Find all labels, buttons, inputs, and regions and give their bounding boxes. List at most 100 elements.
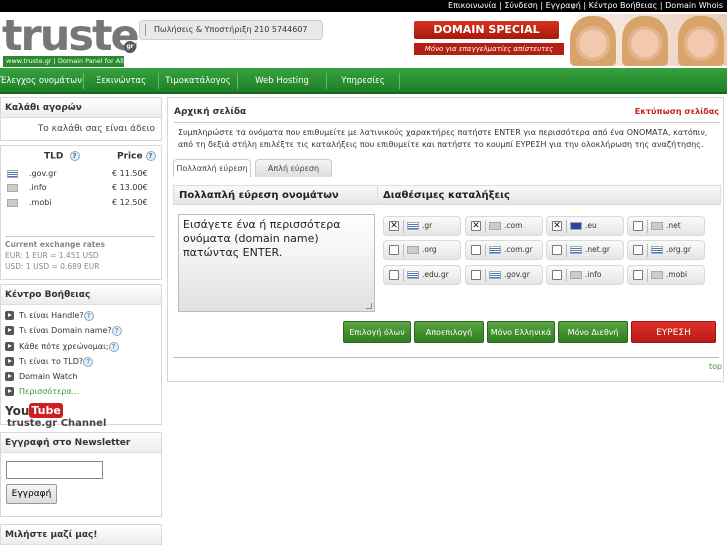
tab-multiple-search[interactable]: Πολλαπλή εύρεση bbox=[173, 159, 251, 177]
extension-option[interactable]: .com.gr bbox=[465, 240, 543, 260]
extension-option[interactable]: ✕ .com bbox=[465, 216, 543, 236]
tab-simple-search[interactable]: Απλή εύρεση bbox=[255, 159, 332, 177]
help-item-domain-watch[interactable]: Domain Watch bbox=[5, 370, 78, 383]
extension-checkbox[interactable] bbox=[633, 221, 643, 231]
bullet-arrow-icon bbox=[5, 372, 14, 381]
select-all-button[interactable]: Επιλογή όλων bbox=[343, 321, 411, 343]
extension-checkbox[interactable]: ✕ bbox=[471, 221, 481, 231]
print-page-link[interactable]: Εκτύπωση σελίδας bbox=[635, 107, 719, 116]
greek-only-button[interactable]: Μόνο Ελληνικά bbox=[487, 321, 555, 343]
banner-photo-1 bbox=[570, 16, 616, 66]
greek-flag-icon bbox=[489, 246, 501, 254]
talk-title: Μιλήστε μαζί μας! bbox=[1, 525, 161, 545]
extension-checkbox[interactable] bbox=[389, 245, 399, 255]
extension-label: .gr bbox=[422, 221, 433, 230]
extension-label: .org.gr bbox=[666, 245, 691, 254]
extension-option[interactable]: .net.gr bbox=[546, 240, 624, 260]
newsletter-subscribe-button[interactable]: Εγγραφή bbox=[6, 484, 57, 504]
nav-pricelist[interactable]: Τιμοκατάλογος bbox=[159, 68, 237, 94]
nav-services[interactable]: Υπηρεσίες bbox=[327, 68, 399, 94]
extension-option[interactable]: .info bbox=[546, 265, 624, 285]
bullet-arrow-icon bbox=[5, 326, 14, 335]
tld-row: .mobi € 12.50€ bbox=[1, 196, 161, 210]
domain-names-textarea[interactable]: Εισάγετε ένα ή περισσότερα ονόματα (doma… bbox=[178, 214, 375, 312]
extension-option[interactable]: ✕ .eu bbox=[546, 216, 624, 236]
extension-checkbox[interactable] bbox=[552, 270, 562, 280]
exchange-usd: USD: 1 USD = 0.689 EUR bbox=[5, 262, 100, 271]
greek-flag-icon bbox=[570, 246, 582, 254]
extension-option[interactable]: ✕ .gr bbox=[383, 216, 461, 236]
help-icon[interactable]: ? bbox=[108, 341, 119, 352]
deselect-all-button[interactable]: Αποεπιλογή όλων bbox=[414, 321, 484, 359]
extension-checkbox[interactable] bbox=[633, 245, 643, 255]
extension-label: .edu.gr bbox=[422, 270, 449, 279]
extension-option[interactable]: .gov.gr bbox=[465, 265, 543, 285]
help-item-domain-name[interactable]: Τι είναι Domain name?? bbox=[5, 324, 122, 337]
phone-support: Πωλήσεις & Υποστήριξη 210 5744607 bbox=[139, 20, 323, 40]
extension-option[interactable]: .edu.gr bbox=[383, 265, 461, 285]
nav-web-hosting[interactable]: Web Hosting bbox=[238, 68, 326, 94]
extension-checkbox[interactable]: ✕ bbox=[389, 221, 399, 231]
nav-getting-started[interactable]: Ξεκινώντας bbox=[84, 68, 158, 94]
domain-special-banner[interactable]: DOMAIN SPECIAL Μόνο για επαγγελματίες απ… bbox=[410, 14, 727, 66]
tld-price-box: TLD ? Price? .gov.gr € 11.50€ .info € 13… bbox=[0, 145, 162, 280]
bullet-arrow-icon bbox=[5, 342, 14, 351]
help-item-tld[interactable]: Τι είναι το TLD?? bbox=[5, 355, 94, 368]
divider bbox=[566, 220, 567, 233]
extension-option[interactable]: .net bbox=[627, 216, 705, 236]
generic-flag-icon bbox=[7, 199, 18, 207]
help-center-link[interactable]: Κέντρο Βοήθειας bbox=[589, 1, 658, 10]
extension-checkbox[interactable] bbox=[633, 270, 643, 280]
search-instructions: Συμπληρώστε τα ονόματα που επιθυμείτε με… bbox=[178, 128, 708, 149]
youtube-channel-name: truste.gr Channel bbox=[7, 418, 107, 429]
help-item-billing[interactable]: Κάθε πότε χρεώνομαι;? bbox=[5, 340, 119, 353]
help-icon[interactable]: ? bbox=[83, 310, 94, 321]
tld-name: .info bbox=[29, 183, 47, 192]
divider bbox=[403, 269, 404, 282]
help-item-more[interactable]: Περισσότερα... bbox=[5, 385, 79, 398]
extension-checkbox[interactable] bbox=[471, 245, 481, 255]
divider bbox=[5, 236, 155, 237]
help-item-handle[interactable]: Τι είναι Handle?? bbox=[5, 309, 94, 322]
youtube-logo-you: You bbox=[5, 403, 30, 418]
help-icon[interactable]: ? bbox=[111, 325, 122, 336]
tld-price: € 13.00€ bbox=[112, 183, 148, 192]
extension-label: .eu bbox=[585, 221, 597, 230]
extension-option[interactable]: .mobi bbox=[627, 265, 705, 285]
nav-domain-check[interactable]: Έλεγχος ονομάτων bbox=[0, 68, 82, 94]
cart-empty-text: Το καλάθι σας είναι άδειο bbox=[37, 124, 155, 134]
banner-subtitle: Μόνο για επαγγελματίες απίστευτες προσφο… bbox=[414, 43, 564, 65]
help-icon[interactable]: ? bbox=[145, 151, 156, 161]
help-icon[interactable]: ? bbox=[83, 356, 94, 367]
extension-checkbox[interactable] bbox=[471, 270, 481, 280]
search-button[interactable]: ΕΥΡΕΣΗ bbox=[631, 321, 716, 343]
extension-label: .net bbox=[666, 221, 681, 230]
youtube-channel-link[interactable]: You Tubetruste.gr Channel bbox=[5, 403, 161, 429]
extension-checkbox[interactable] bbox=[552, 245, 562, 255]
extension-checkbox[interactable]: ✕ bbox=[552, 221, 562, 231]
greek-flag-icon bbox=[7, 170, 18, 178]
greek-flag-icon bbox=[489, 271, 501, 279]
generic-flag-icon bbox=[570, 271, 582, 279]
newsletter-title: Εγγραφή στο Newsletter bbox=[1, 433, 161, 453]
newsletter-email-input[interactable] bbox=[6, 461, 103, 479]
extension-label: .info bbox=[585, 270, 602, 279]
contact-link[interactable]: Επικοινωνία bbox=[448, 1, 497, 10]
extension-option[interactable]: .org bbox=[383, 240, 461, 260]
extension-option[interactable]: .org.gr bbox=[627, 240, 705, 260]
divider bbox=[647, 269, 648, 282]
divider bbox=[485, 269, 486, 282]
register-link[interactable]: Εγγραφή bbox=[546, 1, 581, 10]
international-only-button[interactable]: Μόνο Διεθνή bbox=[558, 321, 628, 343]
tld-price: € 11.50€ bbox=[112, 169, 148, 178]
help-icon[interactable]: ? bbox=[69, 151, 80, 161]
divider bbox=[174, 122, 720, 123]
extension-checkbox[interactable] bbox=[389, 270, 399, 280]
login-link[interactable]: Σύνδεση bbox=[504, 1, 538, 10]
cart-title: Καλάθι αγορών bbox=[1, 98, 161, 118]
logo[interactable]: truste gr www.truste.gr | Domain Panel f… bbox=[2, 13, 140, 67]
divider bbox=[485, 220, 486, 233]
logo-tagline: www.truste.gr | Domain Panel for All bbox=[3, 56, 124, 67]
domain-whois-link[interactable]: Domain Whois bbox=[665, 1, 723, 10]
top-link[interactable]: top bbox=[709, 362, 722, 371]
